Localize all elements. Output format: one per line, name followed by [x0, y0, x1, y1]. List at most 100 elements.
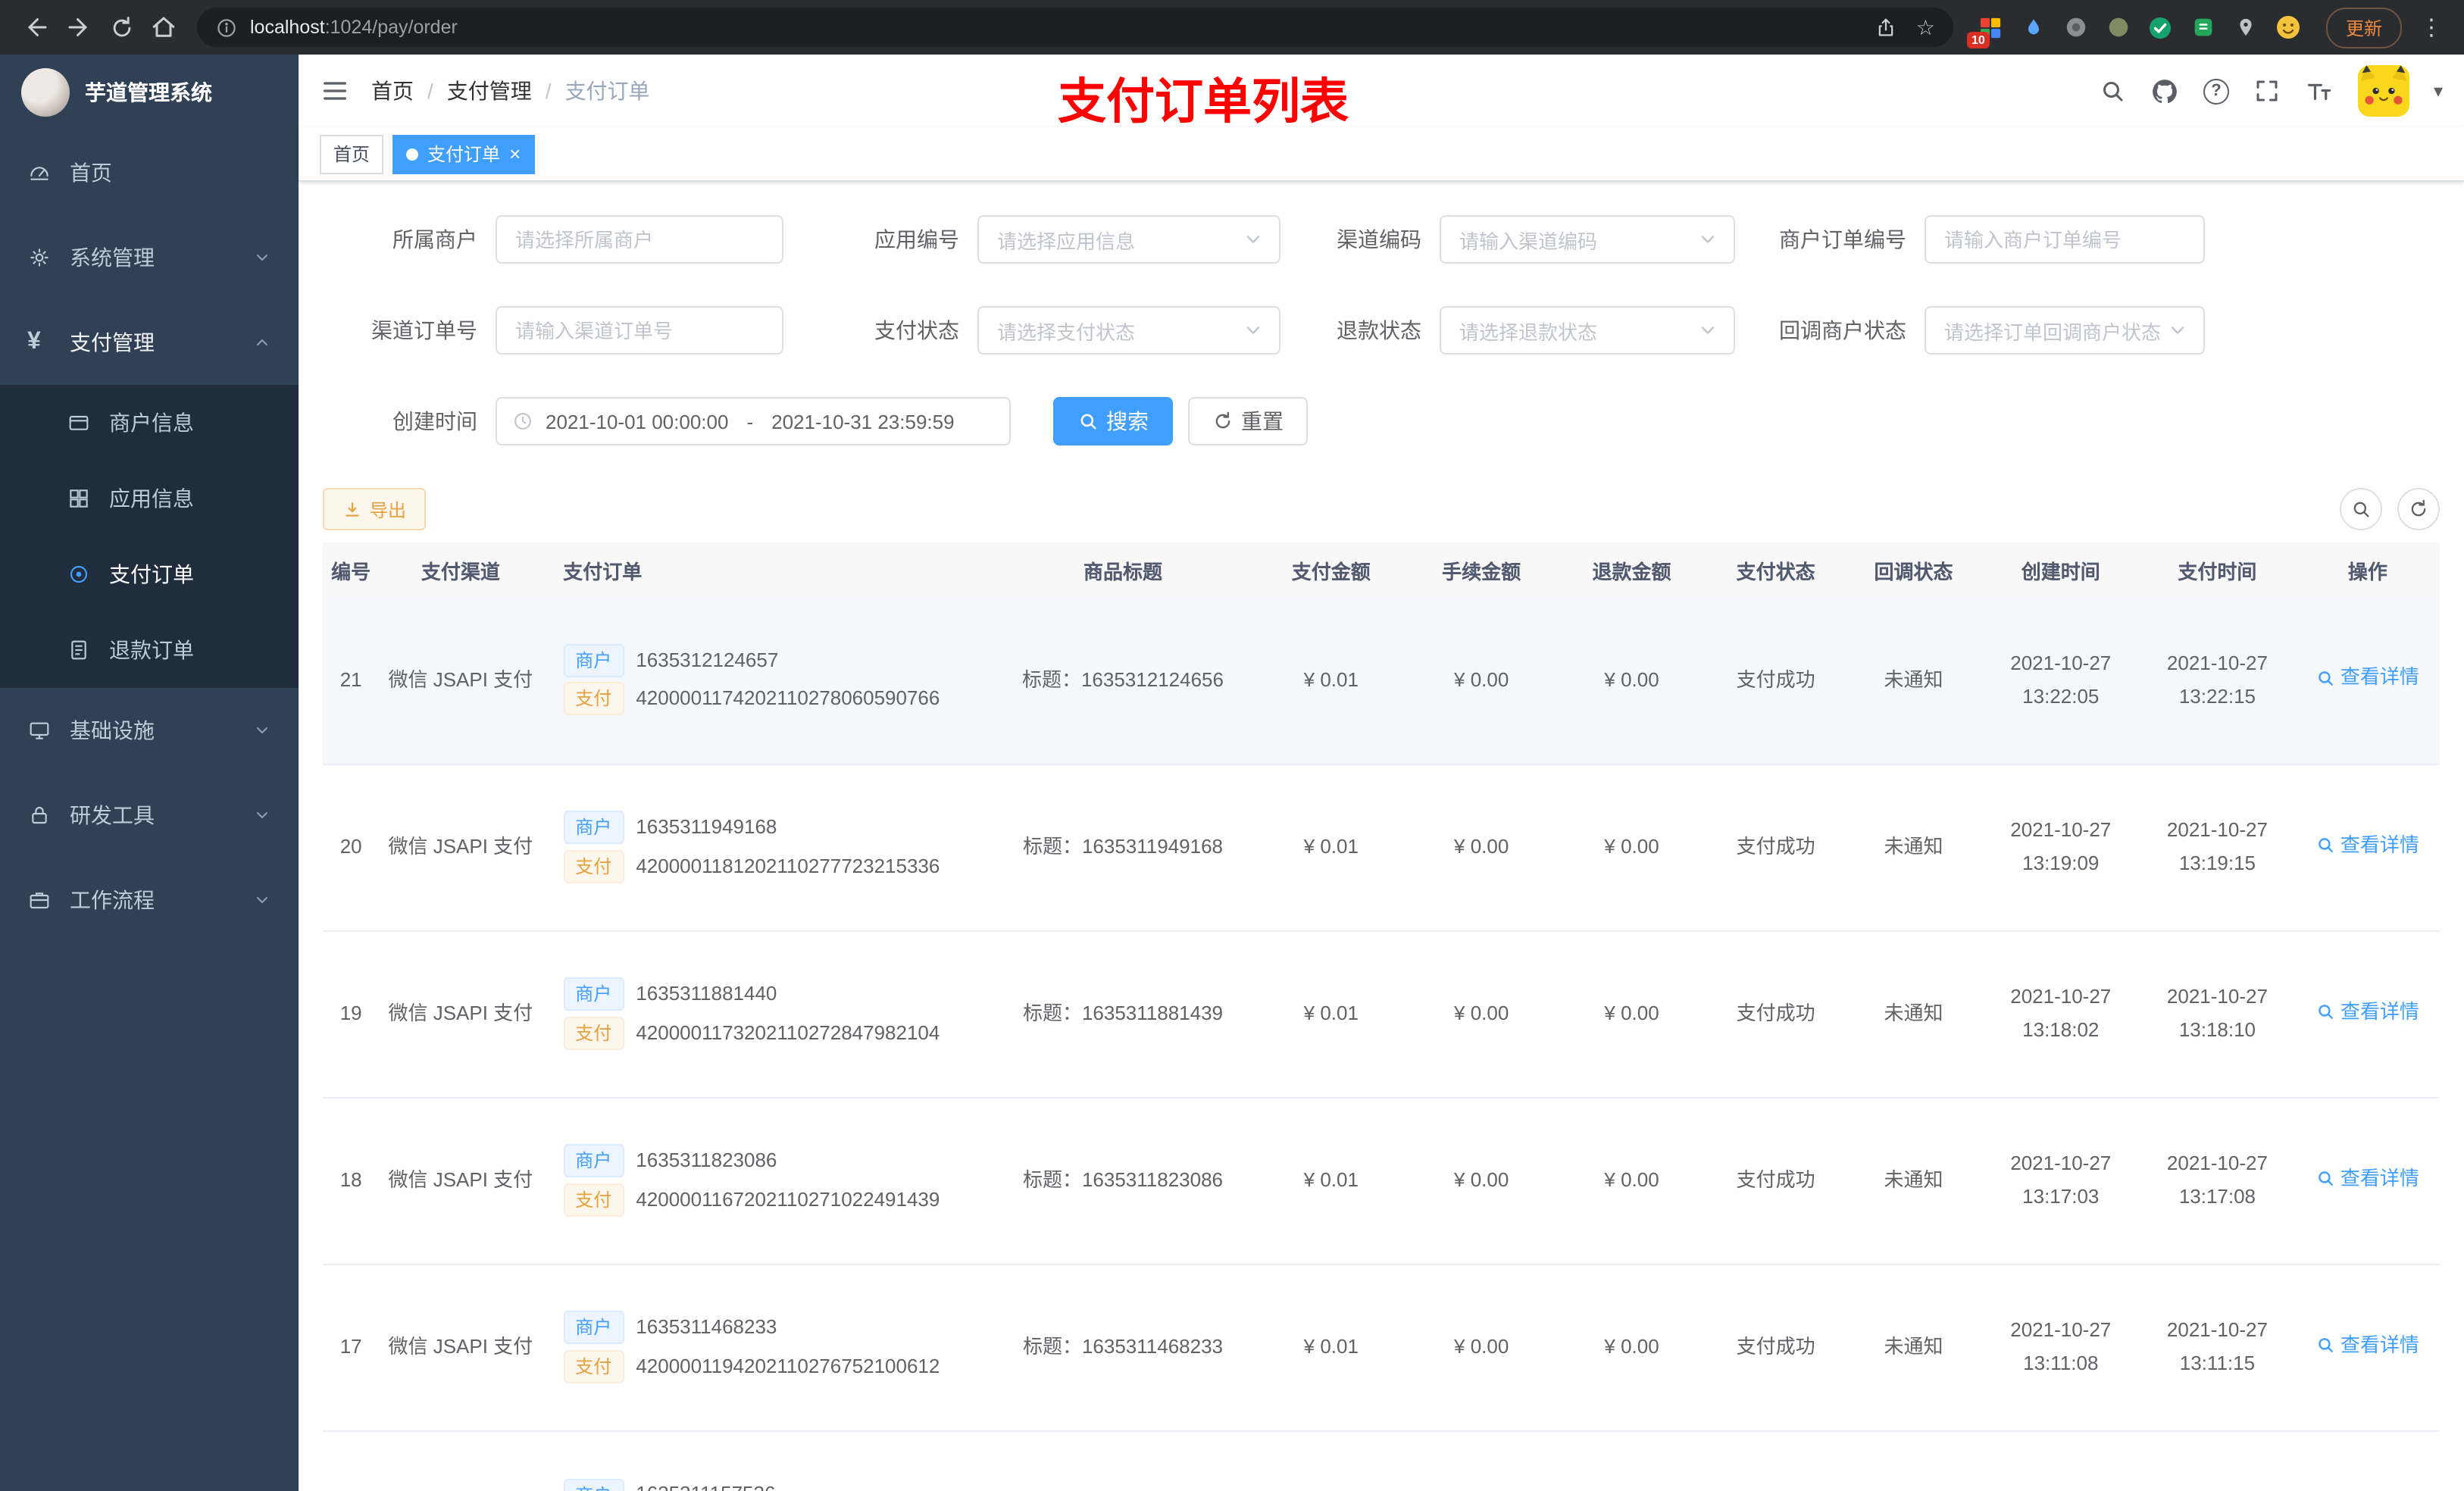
pay-tag: 支付 [563, 682, 624, 716]
merchant-order-no-input[interactable] [1925, 215, 2205, 264]
view-detail-link[interactable]: 查看详情 [2316, 661, 2419, 695]
breadcrumb-current: 支付订单 [564, 79, 650, 103]
search-icon[interactable] [2099, 77, 2126, 105]
target-icon [67, 562, 91, 586]
extension-face-icon[interactable] [2275, 14, 2302, 41]
cell-title: 标题：1635311468233 [990, 1264, 1256, 1431]
channel-code-select[interactable]: 请输入渠道编码 [1440, 215, 1735, 264]
cell-notify: 未通知 [1844, 597, 1983, 764]
search-icon [2319, 1005, 2334, 1020]
search-button[interactable]: 搜索 [1053, 397, 1173, 445]
address-bar[interactable]: localhost:1024/pay/order ☆ [197, 8, 1953, 47]
logo-avatar [21, 68, 70, 117]
close-icon[interactable]: × [509, 144, 521, 164]
callback-status-select[interactable]: 请选择订单回调商户状态 [1925, 306, 2205, 355]
date-range-start: 2021-10-01 00:00:00 [546, 410, 729, 433]
pikachu-avatar-image [2357, 65, 2409, 117]
extension-olive-circle-icon[interactable] [2105, 14, 2132, 41]
navbar-tools: ? ▾ [2099, 65, 2443, 117]
sidebar-item-payment[interactable]: ¥ 支付管理 [0, 300, 299, 385]
refund-status-select[interactable]: 请选择退款状态 [1440, 306, 1735, 355]
extension-gray-circle-icon[interactable] [2062, 14, 2090, 41]
browser-menu-icon[interactable]: ⋮ [2414, 14, 2449, 41]
merchant-order-no: 1635311949168 [636, 815, 777, 839]
pay-status-select[interactable]: 请选择支付状态 [977, 306, 1280, 355]
cell-notify: 未通知 [1844, 930, 1983, 1098]
sidebar-item-label: 支付订单 [109, 562, 194, 586]
export-button[interactable]: 导出 [323, 488, 427, 530]
col-fee: 手续金额 [1406, 542, 1557, 597]
browser-home-button[interactable] [142, 6, 185, 48]
sidebar-item-system[interactable]: 系统管理 [0, 215, 299, 300]
table-refresh-button[interactable] [2397, 488, 2440, 530]
avatar-caret-icon[interactable]: ▾ [2434, 80, 2443, 102]
sidebar-item-refund-order[interactable]: 退款订单 [0, 612, 299, 688]
tab-pay-order[interactable]: 支付订单 × [392, 134, 535, 173]
bookmark-star-icon[interactable]: ☆ [1916, 17, 1935, 38]
github-icon[interactable] [2150, 77, 2179, 105]
reset-button[interactable]: 重置 [1188, 397, 1308, 445]
sidebar-item-merchant-info[interactable]: 商户信息 [0, 385, 299, 461]
view-detail-link[interactable]: 查看详情 [2316, 1161, 2419, 1195]
view-detail-link[interactable]: 查看详情 [2316, 995, 2419, 1028]
tags-view-bar: 首页 支付订单 × [299, 127, 2464, 182]
tab-home[interactable]: 首页 [320, 134, 384, 173]
sidebar-item-devtools[interactable]: 研发工具 [0, 773, 299, 858]
sidebar-item-workflow[interactable]: 工作流程 [0, 858, 299, 942]
search-icon [2319, 671, 2334, 686]
pay-order-no: 4200001194202110276752100612 [636, 1354, 940, 1377]
browser-refresh-button[interactable] [100, 6, 142, 48]
filter-label-channel-order-no: 渠道订单号 [371, 318, 477, 342]
tab-label: 首页 [333, 144, 371, 165]
extension-pin-icon[interactable] [2232, 14, 2259, 41]
sidebar-item-app-info[interactable]: 应用信息 [0, 461, 299, 536]
extension-notes-icon[interactable] [2190, 14, 2217, 41]
browser-update-button[interactable]: 更新 [2325, 7, 2402, 48]
cell-refund: ¥ 0.00 [1556, 1097, 1707, 1264]
cell-create-time: 2021-10-27 13:22:05 [1982, 597, 2140, 764]
cell-id: 18 [323, 1097, 380, 1264]
cell-create-time [1982, 1430, 2140, 1491]
search-icon [2319, 1338, 2334, 1353]
chevron-down-icon [1246, 236, 1260, 243]
table-search-button[interactable] [2340, 488, 2382, 530]
extension-check-circle-icon[interactable] [2147, 14, 2175, 41]
cell-status: 支付成功 [1706, 597, 1845, 764]
font-size-icon[interactable] [2305, 77, 2334, 105]
cell-refund: ¥ 0.00 [1556, 597, 1707, 764]
create-time-range-input[interactable]: 2021-10-01 00:00:00 - 2021-10-31 23:59:5… [496, 397, 1011, 445]
help-icon[interactable]: ? [2203, 78, 2229, 104]
sidebar-item-infra[interactable]: 基础设施 [0, 688, 299, 773]
channel-order-no-input[interactable] [496, 306, 783, 355]
view-detail-link[interactable]: 查看详情 [2316, 828, 2419, 861]
share-icon[interactable] [1875, 16, 1898, 39]
site-info-icon[interactable] [215, 16, 238, 39]
cell-fee [1406, 1430, 1557, 1491]
hamburger-icon[interactable] [320, 76, 350, 106]
table-row: 21 微信 JSAPI 支付 商户 1635312124657 支付 4200001… [323, 597, 2440, 764]
cell-refund: ¥ 0.00 [1556, 764, 1707, 931]
fullscreen-icon[interactable] [2253, 77, 2281, 105]
cell-fee: ¥ 0.00 [1406, 764, 1557, 931]
sidebar-item-home[interactable]: 首页 [0, 130, 299, 215]
app-logo[interactable]: 芋道管理系统 [0, 55, 299, 130]
sidebar-item-pay-order[interactable]: 支付订单 [0, 536, 299, 612]
breadcrumb-home[interactable]: 首页 [371, 76, 414, 106]
browser-back-button[interactable] [15, 6, 58, 48]
refresh-icon [2411, 499, 2426, 517]
app-no-select[interactable]: 请选择应用信息 [977, 215, 1280, 264]
breadcrumb-payment[interactable]: 支付管理 [447, 76, 532, 106]
search-icon [2353, 502, 2369, 517]
url-host: localhost [250, 17, 325, 38]
col-notify: 回调状态 [1844, 542, 1983, 597]
sidebar-item-label: 首页 [70, 161, 112, 185]
cell-pay-order: 商户 1635311949168 支付 4200001181202110277723… [542, 764, 990, 931]
view-detail-link[interactable]: 查看详情 [2316, 1328, 2419, 1361]
table-row: 20 微信 JSAPI 支付 商户 1635311949168 支付 4200001… [323, 764, 2440, 931]
extension-drop-icon[interactable] [2020, 14, 2047, 41]
merchant-input[interactable] [496, 215, 783, 264]
table-row: 18 微信 JSAPI 支付 商户 1635311823086 支付 4200001… [323, 1097, 2440, 1264]
user-avatar[interactable] [2357, 65, 2409, 117]
extension-colored-grid-icon[interactable]: 10 [1966, 14, 2005, 48]
browser-forward-button[interactable] [58, 6, 100, 48]
